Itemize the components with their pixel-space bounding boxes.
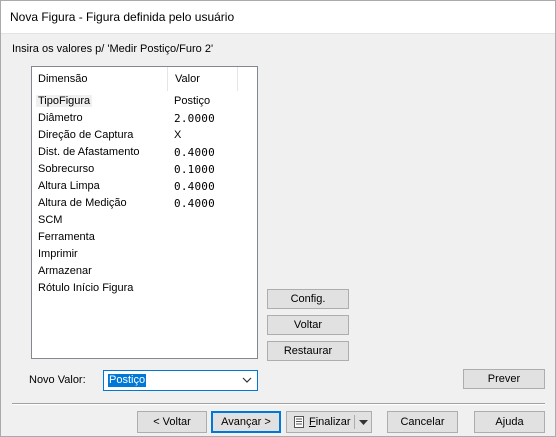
footer-separator xyxy=(12,403,545,405)
column-header-dimension[interactable]: Dimensão xyxy=(32,67,168,91)
finish-split-button[interactable]: Finalizar xyxy=(286,411,372,433)
row-dimension: Rótulo Início Figura xyxy=(38,282,134,294)
row-value: 0.4000 xyxy=(174,197,215,210)
row-dimension: Armazenar xyxy=(38,265,92,277)
back-value-button[interactable]: Voltar xyxy=(267,315,349,335)
next-button[interactable]: Avançar > xyxy=(211,411,281,433)
row-value: 2.0000 xyxy=(174,112,215,125)
new-value-selected-text: Postiço xyxy=(108,374,147,387)
cancel-button[interactable]: Cancelar xyxy=(387,411,458,433)
split-divider xyxy=(354,415,355,429)
row-dimension: Ferramenta xyxy=(38,231,95,243)
table-row[interactable]: Diâmetro 2.0000 xyxy=(32,111,257,128)
table-row[interactable]: Altura Limpa 0.4000 xyxy=(32,179,257,196)
table-row[interactable]: Altura de Medição 0.4000 xyxy=(32,196,257,213)
row-dimension: Altura Limpa xyxy=(38,180,100,192)
list-header: Dimensão Valor xyxy=(32,67,257,91)
finish-label: Finalizar xyxy=(309,412,351,432)
table-row[interactable]: Ferramenta xyxy=(32,230,257,247)
dimension-list[interactable]: Dimensão Valor TipoFigura Postiço Diâmetro… xyxy=(31,66,258,359)
row-dimension: Sobrecurso xyxy=(38,163,95,175)
config-button[interactable]: Config. xyxy=(267,289,349,309)
row-dimension: SCM xyxy=(38,214,63,226)
row-dimension: Imprimir xyxy=(38,248,78,260)
row-dimension: TipoFigura xyxy=(36,95,93,107)
list-rows: TipoFigura Postiço Diâmetro 2.0000 Direção d… xyxy=(32,94,257,298)
table-row[interactable]: SCM xyxy=(32,213,257,230)
preview-button[interactable]: Prever xyxy=(463,369,545,389)
row-dimension: Altura de Medição xyxy=(38,197,127,209)
new-feature-dialog: Nova Figura - Figura definida pelo usuár… xyxy=(0,0,556,437)
instruction-text: Insira os valores p/ 'Medir Postiço/Furo… xyxy=(12,43,214,55)
table-row[interactable]: Rótulo Início Figura xyxy=(32,281,257,298)
new-value-label: Novo Valor: xyxy=(29,374,86,386)
table-row[interactable]: TipoFigura Postiço xyxy=(32,94,257,111)
table-row[interactable]: Direção de Captura X xyxy=(32,128,257,145)
help-button[interactable]: Ajuda xyxy=(474,411,545,433)
finish-label-rest: inalizar xyxy=(315,416,351,428)
new-value-combobox[interactable]: Postiço xyxy=(103,370,258,391)
title-bar[interactable]: Nova Figura - Figura definida pelo usuár… xyxy=(1,1,555,34)
row-dimension: Diâmetro xyxy=(38,112,83,124)
row-dimension: Dist. de Afastamento xyxy=(38,146,140,158)
dropdown-arrow-icon[interactable] xyxy=(359,420,368,426)
row-dimension: Direção de Captura xyxy=(38,129,134,141)
document-icon xyxy=(294,416,304,428)
row-value: Postiço xyxy=(174,95,211,107)
table-row[interactable]: Armazenar xyxy=(32,264,257,281)
finish-label-accelerator: F xyxy=(309,416,316,428)
restore-button[interactable]: Restaurar xyxy=(267,341,349,361)
back-button[interactable]: < Voltar xyxy=(137,411,207,433)
table-row[interactable]: Imprimir xyxy=(32,247,257,264)
chevron-down-icon[interactable] xyxy=(242,376,252,384)
row-value: X xyxy=(174,129,182,141)
row-value: 0.1000 xyxy=(174,163,215,176)
window-title: Nova Figura - Figura definida pelo usuár… xyxy=(10,10,235,24)
column-header-value[interactable]: Valor xyxy=(169,67,238,91)
table-row[interactable]: Dist. de Afastamento 0.4000 xyxy=(32,145,257,162)
row-value: 0.4000 xyxy=(174,146,215,159)
row-value: 0.4000 xyxy=(174,180,215,193)
table-row[interactable]: Sobrecurso 0.1000 xyxy=(32,162,257,179)
